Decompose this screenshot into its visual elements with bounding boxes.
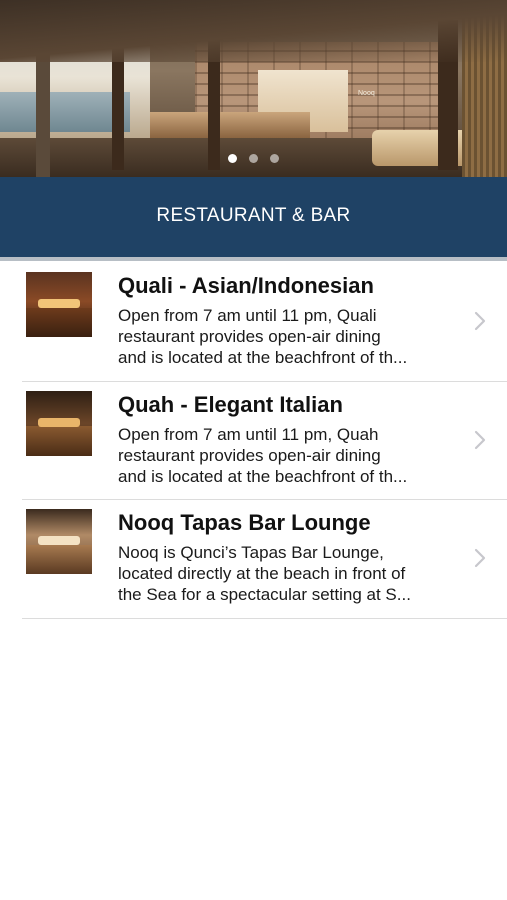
- item-title: Quah - Elegant Italian: [118, 391, 343, 417]
- restaurant-list: Quali - Asian/Indonesian Open from 7 am …: [0, 263, 507, 619]
- list-item-quah[interactable]: Quah - Elegant Italian Open from 7 am un…: [22, 382, 507, 500]
- item-description: Open from 7 am until 11 pm, Quali restau…: [118, 305, 453, 368]
- item-description-line: and is located at the beachfront of th..…: [118, 348, 408, 367]
- item-description-line: Nooq is Qunci’s Tapas Bar Lounge,: [118, 543, 384, 562]
- hero-carousel[interactable]: Nooq: [0, 0, 507, 177]
- item-description-line: restaurant provides open-air dining: [118, 445, 381, 465]
- item-description: Nooq is Qunci’s Tapas Bar Lounge, locate…: [118, 542, 453, 605]
- item-description-line: restaurant provides open-air dining: [118, 327, 381, 346]
- chevron-right-icon: [474, 311, 486, 331]
- item-title: Nooq Tapas Bar Lounge: [118, 510, 371, 535]
- item-description-line: the Sea for a spectacular setting at S..…: [118, 585, 411, 604]
- thumbnail-image: [26, 272, 92, 337]
- hero-sign: Nooq: [358, 90, 375, 97]
- hero-roof: [0, 0, 507, 62]
- item-description-line: Open from 7 am until 11 pm, Quah: [118, 424, 379, 444]
- section-title: RESTAURANT & BAR: [156, 205, 351, 226]
- thumbnail-image: [26, 390, 92, 456]
- item-description-line: located directly at the beach in front o…: [118, 564, 406, 583]
- list-item-quali[interactable]: Quali - Asian/Indonesian Open from 7 am …: [22, 263, 507, 382]
- chevron-right-icon: [474, 548, 486, 568]
- hero-bar-counter: [150, 112, 310, 138]
- item-title: Quali - Asian/Indonesian: [118, 273, 374, 298]
- item-description-line: Open from 7 am until 11 pm, Quali: [118, 306, 377, 325]
- item-description-line: and is located at the beachfront of th..…: [118, 466, 408, 486]
- item-description: Open from 7 am until 11 pm, Quah restaur…: [118, 424, 453, 487]
- page-dot-3[interactable]: [270, 154, 279, 163]
- thumbnail-image: [26, 509, 92, 574]
- section-header: RESTAURANT & BAR: [0, 177, 507, 261]
- page-dot-2[interactable]: [249, 154, 258, 163]
- hero-sea: [0, 92, 130, 132]
- chevron-right-icon: [474, 430, 486, 449]
- page-dot-1[interactable]: [228, 154, 237, 163]
- carousel-page-indicator[interactable]: [0, 154, 507, 163]
- list-item-nooq[interactable]: Nooq Tapas Bar Lounge Nooq is Qunci’s Ta…: [22, 500, 507, 619]
